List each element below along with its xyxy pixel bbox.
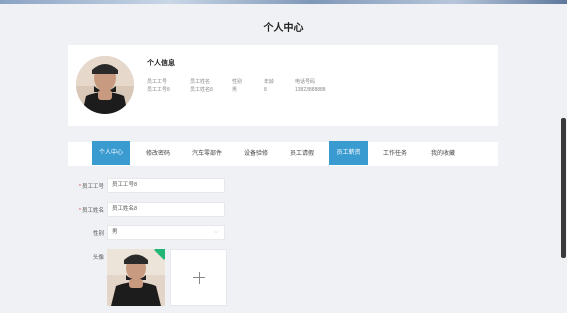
employee-no-label-text: 员工工号 xyxy=(81,184,104,190)
gender-select[interactable]: 男 ⌵ xyxy=(107,225,225,240)
chevron-down-icon: ⌵ xyxy=(214,229,218,235)
gender-select-value: 男 xyxy=(112,229,118,235)
info-label: 员工工号 xyxy=(147,79,168,85)
top-banner-strip xyxy=(0,0,567,4)
info-label: 年龄 xyxy=(264,79,275,85)
info-value: 员工工号8 xyxy=(147,87,170,93)
info-value: 13823888888 xyxy=(295,87,326,93)
required-mark: * xyxy=(78,208,81,214)
info-field-age: 年龄 8 xyxy=(264,78,274,94)
gender-label: 性别 xyxy=(92,231,104,237)
tab-employee-salary[interactable]: 员工薪资 xyxy=(329,141,368,165)
tab-auto-parts[interactable]: 汽车零部件 xyxy=(184,142,230,166)
info-value: 员工姓名8 xyxy=(190,87,213,93)
tab-employee-leave[interactable]: 员工请假 xyxy=(282,142,322,166)
uploaded-avatar-thumbnail[interactable] xyxy=(107,249,165,306)
employee-name-input[interactable]: 员工姓名8 xyxy=(107,202,225,217)
info-field-employee-no: 员工工号 员工工号8 xyxy=(147,78,170,94)
info-label: 电话号码 xyxy=(295,79,316,85)
info-value: 8 xyxy=(264,87,267,93)
plus-icon-vertical xyxy=(198,272,200,284)
tab-work-tasks[interactable]: 工作任务 xyxy=(375,142,415,166)
tab-personal-center[interactable]: 个人中心 xyxy=(92,141,130,165)
page-title: 个人中心 xyxy=(263,23,304,34)
employee-name-label-text: 员工姓名 xyxy=(81,208,104,214)
employee-no-label: *员工工号 xyxy=(64,182,104,190)
info-label: 员工姓名 xyxy=(190,79,211,85)
tab-bar: 个人中心 修改密码 汽车零部件 设备验修 员工请假 员工薪资 工作任务 我的收藏 xyxy=(68,141,498,166)
avatar-photo-icon xyxy=(76,56,134,114)
tab-my-favorites[interactable]: 我的收藏 xyxy=(422,142,464,166)
info-label: 性别 xyxy=(232,79,243,85)
personal-info-card: 个人信息 员工工号 员工工号8 员工姓名 员工姓名8 性别 男 年龄 8 电话号… xyxy=(68,45,498,126)
info-heading: 个人信息 xyxy=(147,60,175,67)
tab-equipment-repair[interactable]: 设备验修 xyxy=(236,142,276,166)
info-field-phone: 电话号码 13823888888 xyxy=(295,78,326,94)
required-mark: * xyxy=(78,184,81,190)
avatar xyxy=(76,56,134,114)
avatar-upload-button[interactable] xyxy=(170,249,227,306)
employee-name-label: *员工姓名 xyxy=(64,206,104,214)
info-field-gender: 性别 男 xyxy=(232,78,242,94)
employee-no-input[interactable]: 员工工号8 xyxy=(107,178,225,193)
page-scrollbar[interactable] xyxy=(561,118,566,258)
uploaded-photo-icon xyxy=(107,249,165,306)
avatar-label: 头像 xyxy=(92,255,104,261)
info-field-employee-name: 员工姓名 员工姓名8 xyxy=(190,78,213,94)
info-value: 男 xyxy=(232,87,238,93)
tab-change-password[interactable]: 修改密码 xyxy=(138,142,178,166)
